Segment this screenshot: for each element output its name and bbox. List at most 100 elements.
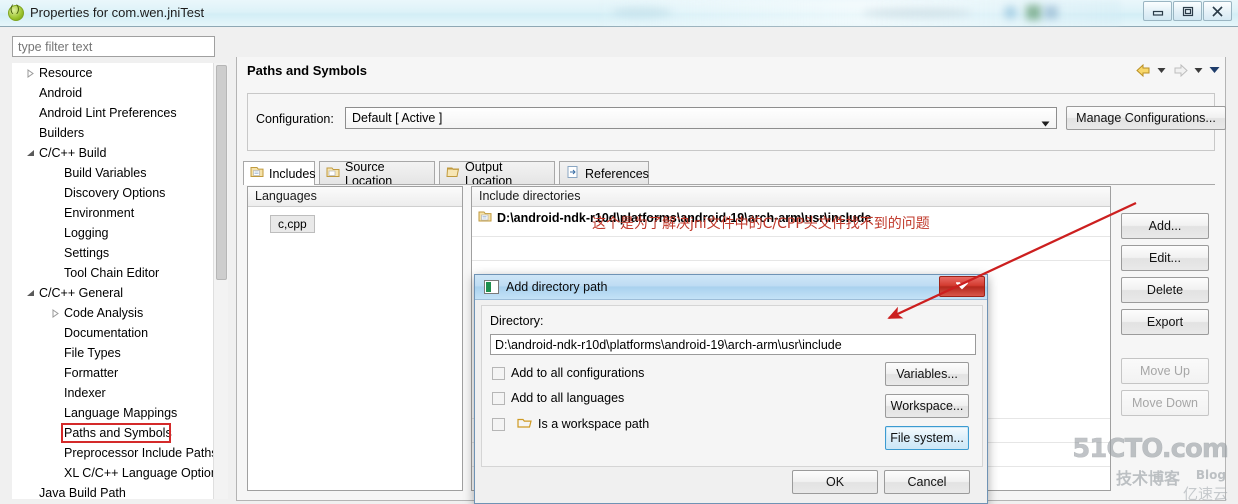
checkbox-is-a-workspace-path[interactable]: Is a workspace path (492, 416, 649, 432)
list-separator-2 (472, 260, 1110, 261)
ok-button[interactable]: OK (792, 470, 878, 494)
tab-output-location[interactable]: Output Location (439, 160, 555, 188)
tree-item-language-mappings[interactable]: Language Mappings (12, 403, 228, 423)
tree-item-paths-and-symbols[interactable]: Paths and Symbols (12, 423, 228, 443)
languages-list[interactable]: Languages c,cpp (247, 186, 463, 491)
eclipse-properties-icon (8, 4, 24, 21)
tree-scrollbar-thumb[interactable] (216, 65, 227, 280)
directory-label: Directory: (490, 314, 544, 328)
move-up-button: Move Up (1121, 358, 1209, 384)
variables-button[interactable]: Variables... (885, 362, 969, 386)
tree-item-label: Tool Chain Editor (64, 266, 160, 280)
titlebar-blur-dot-3 (1004, 6, 1017, 19)
tree-item-documentation[interactable]: Documentation (12, 323, 228, 343)
file-system-button[interactable]: File system... (885, 426, 969, 450)
tree-item-label: Discovery Options (64, 186, 166, 200)
close-button[interactable] (1203, 1, 1232, 21)
tree-item-settings[interactable]: Settings (12, 243, 228, 263)
view-menu-chevron-down-icon[interactable] (1209, 63, 1221, 79)
manage-configurations-button[interactable]: Manage Configurations... (1066, 106, 1226, 130)
language-item[interactable]: c,cpp (270, 215, 315, 233)
add-directory-path-dialog: Add directory path Directory: Add to all… (474, 274, 988, 504)
tree-item-label: Language Mappings (64, 406, 178, 420)
add-button[interactable]: Add... (1121, 213, 1209, 239)
tree-item-tool-chain-editor[interactable]: Tool Chain Editor (12, 263, 228, 283)
tree-item-java-build-path[interactable]: Java Build Path (12, 483, 228, 499)
tree-item-android[interactable]: Android (12, 83, 228, 103)
include-action-buttons: Add... Edit... Delete Export Move Up Move Dow… (1121, 213, 1209, 422)
tree-vertical-scrollbar[interactable] (213, 63, 228, 499)
tree-item-label: Indexer (64, 386, 106, 400)
tree-item-build-variables[interactable]: Build Variables (12, 163, 228, 183)
dialog-close-button[interactable] (939, 276, 985, 297)
tree-item-indexer[interactable]: Indexer (12, 383, 228, 403)
watermark-line-3: Blog (1195, 468, 1226, 482)
directory-input[interactable] (490, 334, 976, 355)
tree-item-preprocessor-include-paths[interactable]: Preprocessor Include Paths (12, 443, 228, 463)
watermark-line-4: 亿速云 (1182, 485, 1228, 503)
tree-item-formatter[interactable]: Formatter (12, 363, 228, 383)
page-title: Paths and Symbols (247, 63, 367, 78)
titlebar-blur-dot-4 (1026, 5, 1041, 20)
titlebar-blur-dot-5 (1044, 6, 1058, 19)
tree-item-discovery-options[interactable]: Discovery Options (12, 183, 228, 203)
tree-item-logging[interactable]: Logging (12, 223, 228, 243)
titlebar-blur-dot-1 (612, 7, 672, 18)
checkbox-box[interactable] (492, 391, 505, 405)
tree-item-label: Build Variables (64, 166, 147, 180)
dialog-titlebar: Add directory path (475, 275, 987, 300)
tree-item-file-types[interactable]: File Types (12, 343, 228, 363)
tree-item-android-lint-preferences[interactable]: Android Lint Preferences (12, 103, 228, 123)
tree-collapsed-arrow-icon[interactable] (49, 303, 61, 323)
tree-item-label: Settings (64, 246, 110, 260)
export-button[interactable]: Export (1121, 309, 1209, 335)
move-down-button: Move Down (1121, 390, 1209, 416)
tree-item-environment[interactable]: Environment (12, 203, 228, 223)
checkbox-add-to-all-languages[interactable]: Add to all languages (492, 391, 624, 405)
maximize-button[interactable] (1173, 1, 1202, 21)
tree-item-label: Code Analysis (64, 306, 144, 320)
workspace-button[interactable]: Workspace... (885, 394, 969, 418)
button-group-spacer (1121, 341, 1209, 358)
tab-references[interactable]: References (559, 161, 649, 185)
tree-item-label: Android Lint Preferences (39, 106, 177, 120)
tree-expanded-arrow-icon[interactable] (24, 143, 36, 163)
settings-tree[interactable]: Resource Android Android Lint Preferences B… (12, 63, 228, 499)
selected-item-highlight (61, 423, 171, 443)
tree-item-xl-c-c-language-option[interactable]: XL C/C++ Language Option (12, 463, 228, 483)
checkbox-box[interactable] (492, 366, 505, 380)
tree-item-label: C/C++ Build (39, 146, 107, 160)
panel-splitter[interactable] (229, 63, 235, 499)
dialog-icon (484, 280, 499, 294)
configuration-combo[interactable]: Default [ Active ] (345, 107, 1057, 129)
minimize-button[interactable] (1143, 1, 1172, 21)
tree-item-c-c-build[interactable]: C/C++ Build (12, 143, 228, 163)
back-arrow-icon[interactable] (1135, 63, 1152, 79)
back-menu-chevron-down-icon[interactable] (1157, 63, 1167, 79)
tree-item-label: C/C++ General (39, 286, 124, 300)
tree-item-label: Formatter (64, 366, 119, 380)
tree-expanded-arrow-icon[interactable] (24, 283, 36, 303)
filter-input[interactable] (12, 36, 215, 57)
dialog-title: Add directory path (506, 280, 608, 294)
configuration-chevron-down-icon[interactable] (1041, 116, 1050, 130)
properties-window: Properties for com.wen.jniTest Resource A… (0, 0, 1238, 504)
tree-item-builders[interactable]: Builders (12, 123, 228, 143)
tab-label: References (585, 166, 649, 181)
tab-includes[interactable]: Includes (243, 161, 316, 185)
tree-item-code-analysis[interactable]: Code Analysis (12, 303, 228, 323)
window-titlebar: Properties for com.wen.jniTest (0, 0, 1238, 27)
tab-source-location[interactable]: Source Location (319, 160, 435, 188)
tree-item-label: Preprocessor Include Paths (64, 446, 218, 460)
forward-menu-chevron-down-icon[interactable] (1194, 63, 1204, 79)
tree-collapsed-arrow-icon[interactable] (24, 63, 36, 83)
edit-button[interactable]: Edit... (1121, 245, 1209, 271)
tree-item-label: XL C/C++ Language Option (64, 466, 218, 480)
tree-item-c-c-general[interactable]: C/C++ General (12, 283, 228, 303)
delete-button[interactable]: Delete (1121, 277, 1209, 303)
checkbox-box[interactable] (492, 417, 505, 431)
tree-item-resource[interactable]: Resource (12, 63, 228, 83)
cancel-button[interactable]: Cancel (884, 470, 970, 494)
tree-item-label: Environment (64, 206, 135, 220)
checkbox-add-to-all-configurations[interactable]: Add to all configurations (492, 366, 644, 380)
